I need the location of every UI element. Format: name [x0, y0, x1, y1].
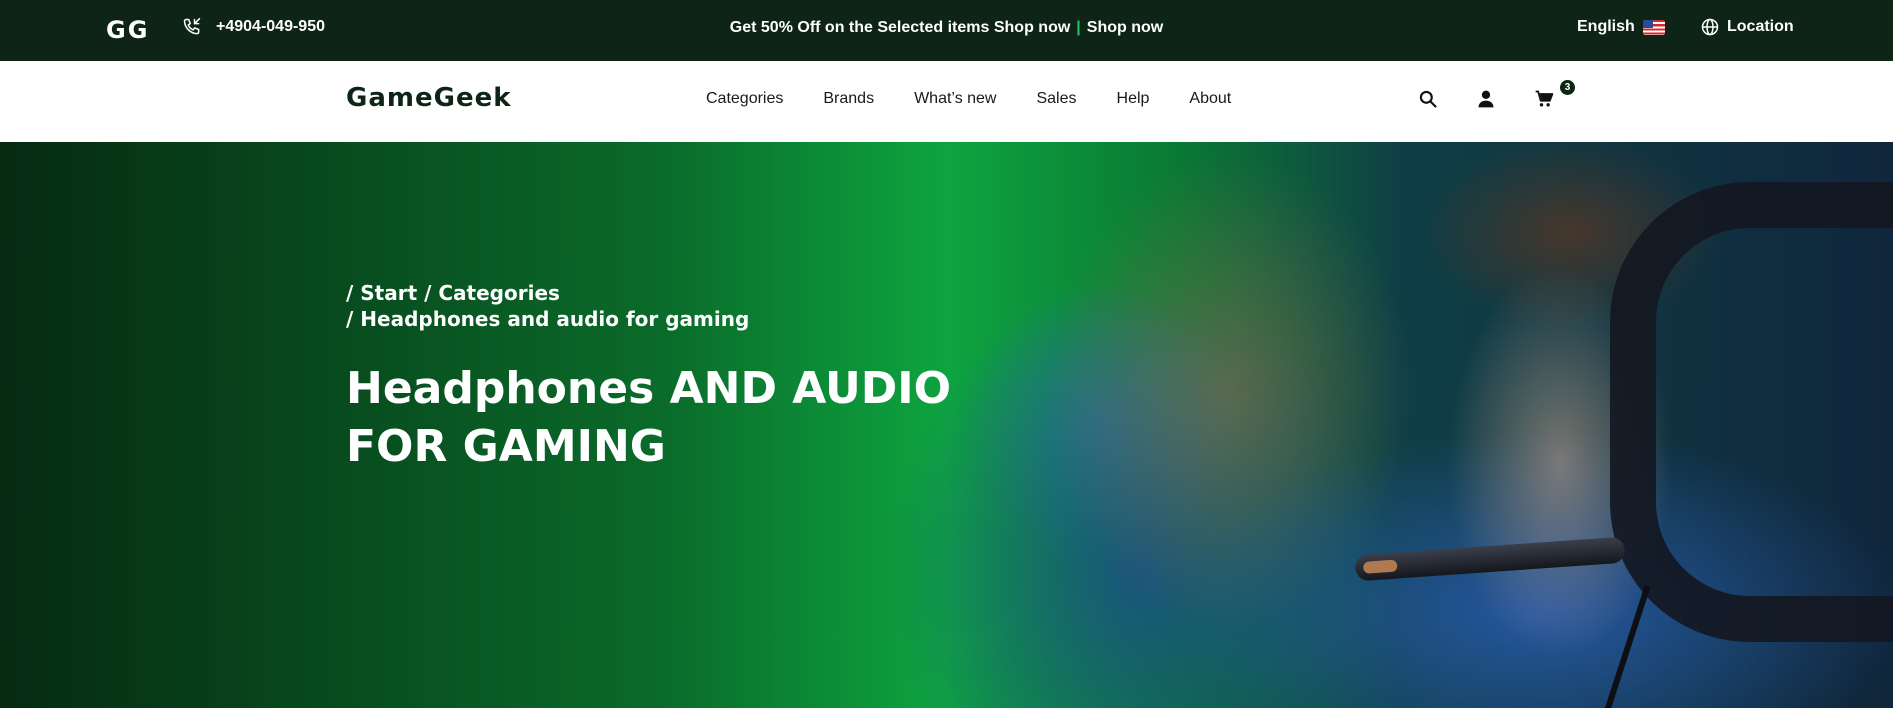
nav-icons: 3: [1418, 80, 1575, 109]
search-icon: [1419, 90, 1437, 108]
cart-count-badge: 3: [1560, 80, 1575, 95]
hero-image-headset: [1610, 182, 1893, 642]
shop-now-link[interactable]: Shop now: [1087, 19, 1163, 36]
promo-separator: |: [1076, 19, 1081, 36]
breadcrumb: / Start / Categories / Headphones and au…: [346, 280, 749, 332]
globe-icon: [1701, 18, 1719, 36]
phone-contact[interactable]: +4904-049-950: [182, 17, 325, 37]
logo-mark[interactable]: GG: [106, 16, 149, 44]
main-menu: Categories Brands What’s new Sales Help …: [706, 90, 1231, 108]
page-title-line2: FOR GAMING: [346, 421, 666, 472]
search-button[interactable]: [1418, 89, 1438, 109]
breadcrumb-current[interactable]: / Headphones and audio for gaming: [346, 306, 749, 332]
phone-number: +4904-049-950: [216, 18, 325, 35]
language-label: English: [1577, 18, 1635, 35]
brand-logo[interactable]: GameGeek: [346, 83, 512, 113]
nav-sales[interactable]: Sales: [1036, 90, 1076, 108]
cart-icon: [1535, 90, 1554, 107]
account-button[interactable]: [1476, 89, 1496, 109]
page-title: Headphones AND AUDIO FOR GAMING: [346, 360, 966, 476]
breadcrumb-start-categories[interactable]: / Start / Categories: [346, 280, 749, 306]
phone-icon: [183, 17, 201, 35]
hero-banner: / Start / Categories / Headphones and au…: [0, 142, 1893, 708]
nav-whats-new[interactable]: What’s new: [914, 90, 996, 108]
top-bar: GG +4904-049-950 Get 50% Off on the Sele…: [0, 0, 1893, 61]
nav-help[interactable]: Help: [1117, 90, 1150, 108]
cart-button[interactable]: 3: [1534, 80, 1575, 109]
location-selector[interactable]: Location: [1701, 18, 1794, 36]
promo-text: Get 50% Off on the Selected items Shop n…: [729, 19, 1071, 36]
nav-categories[interactable]: Categories: [706, 90, 783, 108]
us-flag-icon: [1642, 19, 1665, 35]
nav-brands[interactable]: Brands: [823, 90, 874, 108]
main-navbar: GameGeek Categories Brands What’s new Sa…: [0, 61, 1893, 142]
location-label: Location: [1727, 18, 1794, 35]
nav-about[interactable]: About: [1189, 90, 1231, 108]
language-selector[interactable]: English: [1577, 18, 1665, 36]
user-icon: [1478, 90, 1494, 108]
page-title-line1: Headphones AND AUDIO: [346, 363, 952, 414]
